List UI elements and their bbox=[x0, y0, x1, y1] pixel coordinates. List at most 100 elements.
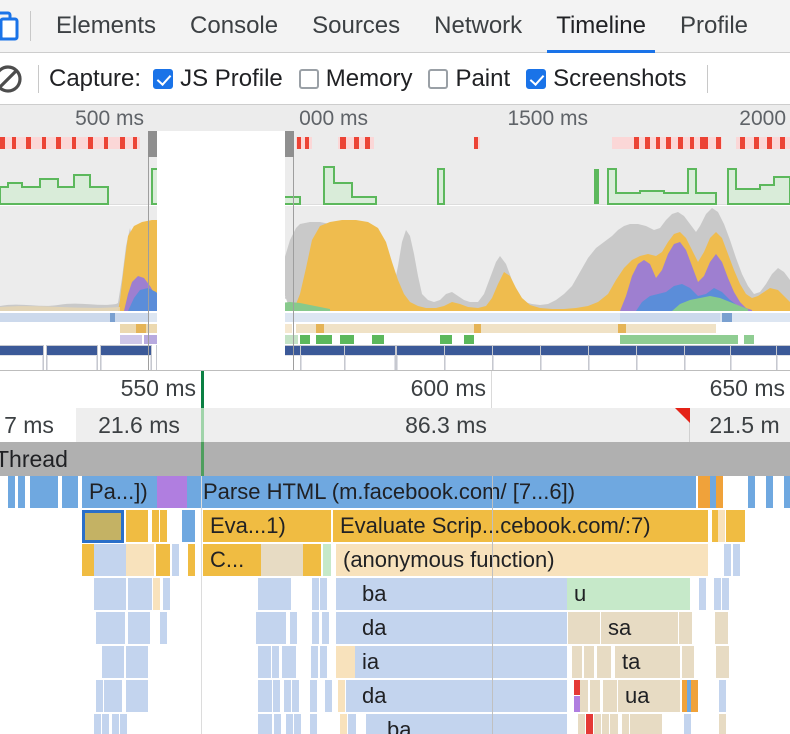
capture-option-js-profile[interactable]: JS Profile bbox=[153, 65, 283, 93]
filmstrip-thumbnail[interactable] bbox=[588, 345, 640, 370]
filmstrip-thumbnail[interactable] bbox=[396, 345, 448, 370]
filmstrip-thumbnail[interactable] bbox=[0, 345, 44, 370]
flame-bar[interactable] bbox=[691, 680, 698, 713]
flame-bar[interactable] bbox=[310, 680, 317, 713]
flame-bar[interactable] bbox=[336, 646, 355, 679]
flame-bar[interactable] bbox=[126, 680, 148, 713]
flame-bar[interactable] bbox=[286, 714, 293, 734]
frame-duration[interactable]: 86.3 ms bbox=[203, 408, 690, 442]
frame-duration[interactable]: 7 ms bbox=[0, 408, 76, 442]
flame-bar[interactable] bbox=[100, 578, 126, 611]
flame-bar[interactable] bbox=[716, 476, 723, 509]
flame-bar[interactable] bbox=[188, 476, 195, 509]
flame-bar[interactable] bbox=[120, 714, 127, 734]
flame-bar[interactable] bbox=[766, 476, 773, 509]
selection-edge-left[interactable] bbox=[148, 131, 149, 370]
tab-elements[interactable]: Elements bbox=[39, 0, 173, 53]
flame-bar[interactable] bbox=[272, 646, 279, 679]
filmstrip-thumbnail[interactable] bbox=[100, 345, 152, 370]
tab-timeline[interactable]: Timeline bbox=[539, 0, 663, 53]
flame-bar[interactable] bbox=[719, 714, 726, 734]
flame-bar[interactable] bbox=[594, 714, 601, 734]
flame-bar[interactable] bbox=[265, 714, 272, 734]
flame-bar[interactable]: Evaluate Scrip...cebook.com/:7) bbox=[333, 510, 708, 543]
flame-bar[interactable] bbox=[96, 680, 103, 713]
selection-handle-left[interactable] bbox=[148, 131, 157, 157]
flame-bar[interactable] bbox=[163, 544, 170, 577]
flame-bar[interactable] bbox=[62, 476, 78, 509]
flame-bar[interactable] bbox=[157, 476, 187, 509]
flame-bar[interactable] bbox=[687, 646, 694, 679]
flame-bar[interactable] bbox=[603, 680, 610, 713]
capture-option-memory[interactable]: Memory bbox=[298, 65, 412, 93]
flame-bar[interactable] bbox=[312, 578, 319, 611]
filmstrip-thumbnail[interactable] bbox=[204, 345, 256, 370]
flame-bar[interactable] bbox=[103, 612, 125, 645]
flame-bar[interactable] bbox=[261, 544, 303, 577]
flame-bar[interactable] bbox=[748, 476, 755, 509]
flame-bar[interactable] bbox=[152, 510, 159, 543]
tab-console[interactable]: Console bbox=[173, 0, 295, 53]
flame-bar[interactable] bbox=[784, 476, 790, 509]
timeline-overview[interactable]: 500 ms 000 ms 1500 ms 2000 bbox=[0, 105, 790, 370]
flame-bar[interactable] bbox=[102, 646, 124, 679]
checkbox-js-profile[interactable] bbox=[153, 68, 174, 89]
flame-bar[interactable] bbox=[112, 714, 119, 734]
flame-bar[interactable] bbox=[722, 578, 729, 611]
flame-bar[interactable] bbox=[348, 714, 356, 734]
flame-bar[interactable] bbox=[679, 612, 692, 645]
flame-bar[interactable]: ba bbox=[355, 578, 567, 611]
flame-bar[interactable]: ia bbox=[355, 646, 567, 679]
flame-bar[interactable] bbox=[102, 714, 109, 734]
flame-bar[interactable] bbox=[263, 612, 270, 645]
flame-bar[interactable] bbox=[714, 578, 721, 611]
filmstrip-thumbnail[interactable] bbox=[684, 345, 736, 370]
flame-bar[interactable] bbox=[104, 680, 122, 713]
flame-bar[interactable] bbox=[258, 714, 265, 734]
flame-bar[interactable] bbox=[568, 612, 600, 645]
tab-network[interactable]: Network bbox=[417, 0, 539, 53]
flame-bar[interactable]: da bbox=[355, 612, 567, 645]
flame-bar[interactable] bbox=[586, 714, 593, 734]
flame-bar[interactable] bbox=[630, 714, 662, 734]
flame-bar[interactable] bbox=[346, 680, 355, 713]
flame-bar[interactable] bbox=[289, 646, 296, 679]
flame-bar[interactable] bbox=[258, 680, 265, 713]
flame-bar[interactable] bbox=[336, 612, 355, 645]
capture-option-screenshots[interactable]: Screenshots bbox=[526, 65, 687, 93]
filmstrip-thumbnail[interactable] bbox=[344, 345, 396, 370]
flame-bar[interactable] bbox=[721, 612, 728, 645]
flame-bar[interactable] bbox=[282, 646, 289, 679]
flame-bar[interactable] bbox=[264, 646, 271, 679]
tab-profile[interactable]: Profile bbox=[663, 0, 765, 53]
flame-bar[interactable]: da bbox=[355, 680, 567, 713]
flame-bar[interactable] bbox=[256, 612, 263, 645]
flame-bar[interactable] bbox=[320, 578, 327, 611]
flame-bar[interactable]: C... bbox=[203, 544, 261, 577]
flame-bar[interactable] bbox=[30, 476, 58, 509]
flame-bar[interactable] bbox=[610, 680, 617, 713]
frame-duration[interactable]: 21.6 ms bbox=[76, 408, 203, 442]
flame-bar[interactable] bbox=[128, 578, 152, 611]
flame-bar[interactable] bbox=[126, 646, 148, 679]
filmstrip-thumbnail[interactable] bbox=[444, 345, 496, 370]
flame-bar[interactable] bbox=[128, 612, 150, 645]
flame-bar[interactable] bbox=[126, 510, 148, 543]
flame-bar[interactable] bbox=[284, 680, 291, 713]
flame-bar[interactable] bbox=[322, 612, 329, 645]
flame-bar[interactable]: ba bbox=[366, 714, 567, 734]
flame-bar[interactable] bbox=[719, 680, 726, 713]
flame-bar[interactable] bbox=[604, 646, 611, 679]
flame-bar[interactable] bbox=[270, 612, 286, 645]
filmstrip-thumbnail[interactable] bbox=[636, 345, 688, 370]
flame-bar[interactable] bbox=[94, 714, 101, 734]
flame-bar[interactable] bbox=[578, 714, 585, 734]
flame-bar[interactable] bbox=[274, 714, 281, 734]
flame-bar[interactable] bbox=[622, 714, 629, 734]
flame-bar[interactable] bbox=[126, 544, 154, 577]
flame-bar[interactable] bbox=[18, 476, 25, 509]
flame-bar[interactable] bbox=[310, 714, 317, 734]
flame-bar[interactable]: ua bbox=[618, 680, 680, 713]
flame-bar[interactable]: Eva...1) bbox=[203, 510, 331, 543]
frame-duration[interactable]: 21.5 m bbox=[690, 408, 790, 442]
